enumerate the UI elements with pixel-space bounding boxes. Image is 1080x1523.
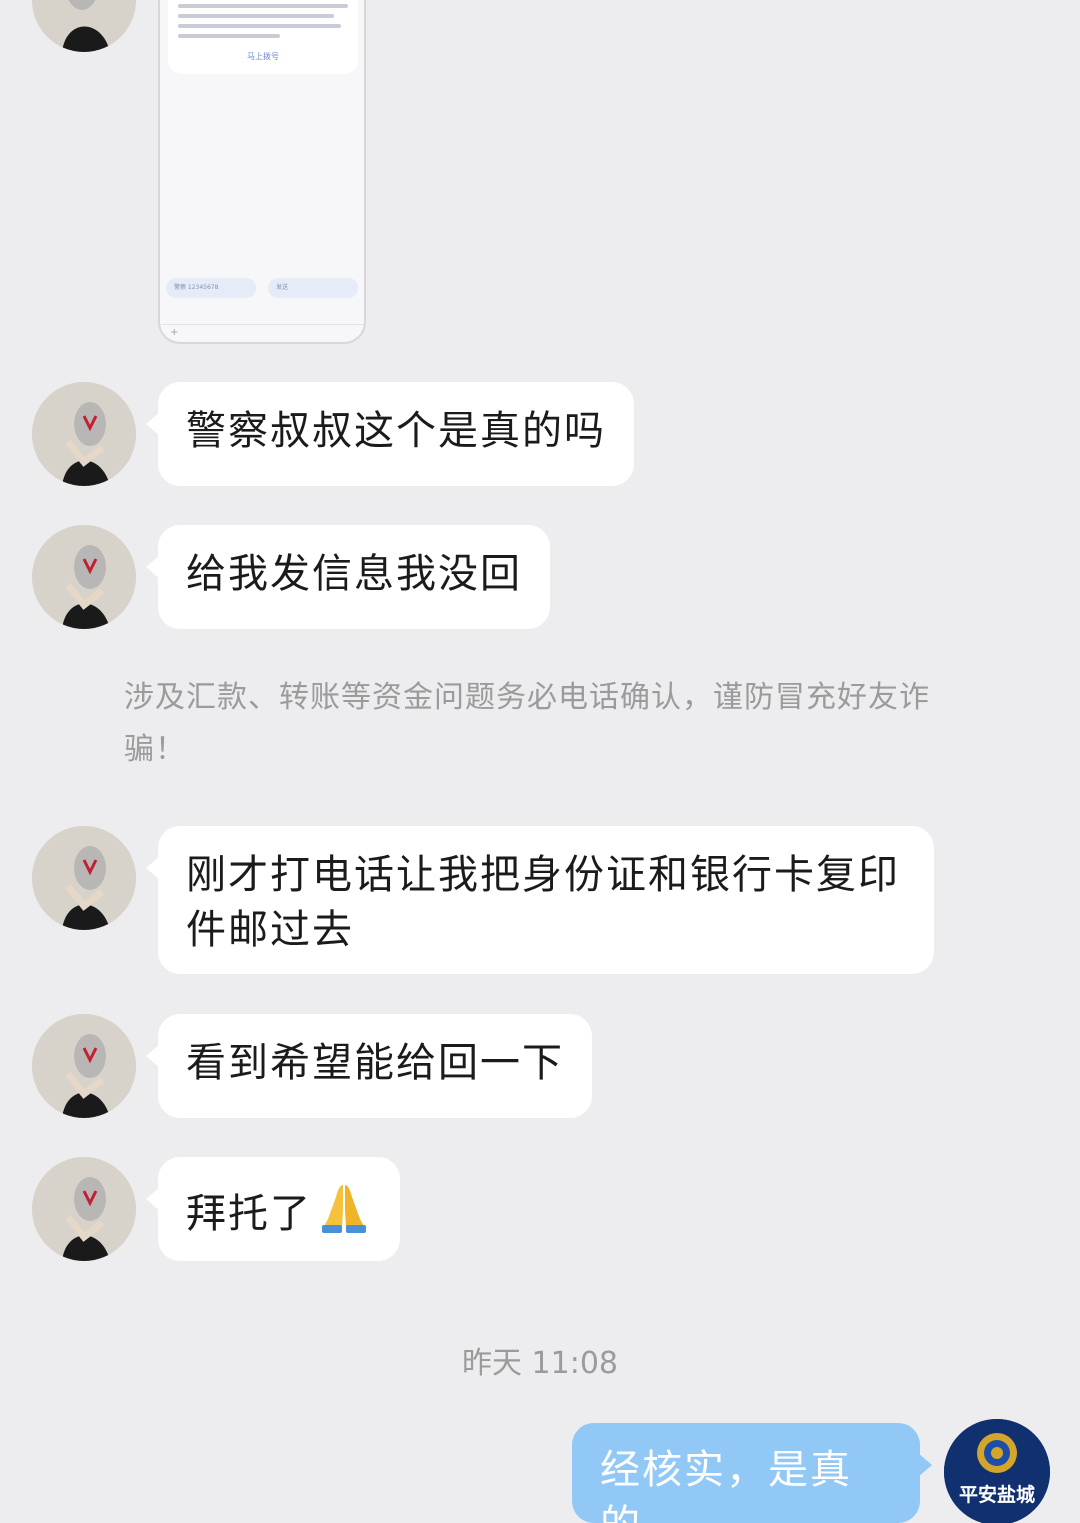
- user-avatar[interactable]: [32, 826, 136, 930]
- reply-bubble[interactable]: 经核实，是真的: [572, 1423, 932, 1523]
- anti-fraud-notice: 涉及汇款、转账等资金问题务必电话确认，谨防冒充好友诈骗！: [124, 680, 930, 767]
- masked-person-avatar-icon: [32, 0, 136, 52]
- masked-person-avatar-icon: [32, 382, 136, 486]
- screenshot-image[interactable]: 马上拨号 警察 12345678 发送 +: [158, 0, 366, 344]
- folded-hands-icon: [316, 1179, 372, 1235]
- message-text: 警察叔叔这个是真的吗: [186, 408, 606, 454]
- message-text: 经核实，是真的: [600, 1447, 852, 1523]
- message-text: 看到希望能给回一下: [186, 1040, 564, 1086]
- message-bubble[interactable]: 给我发信息我没回: [146, 525, 550, 629]
- masked-person-avatar-icon: [32, 1157, 136, 1261]
- screenshot-quick-bar: 警察 12345678 发送: [160, 278, 364, 308]
- screenshot-chip: 发送: [268, 278, 358, 298]
- message-bubble[interactable]: 看到希望能给回一下: [146, 1014, 592, 1118]
- screenshot-message-card: 马上拨号: [168, 0, 358, 74]
- chat-window: 马上拨号 警察 12345678 发送 + 警察叔叔这个是真的吗 给我发信息我没…: [0, 0, 1080, 1523]
- masked-person-avatar-icon: [32, 525, 136, 629]
- message-bubble[interactable]: 拜托了: [146, 1157, 400, 1261]
- police-avatar[interactable]: 平安盐城: [944, 1419, 1050, 1523]
- screenshot-chip: 警察 12345678: [166, 278, 256, 298]
- police-badge-icon: 平安盐城: [944, 1419, 1050, 1523]
- message-timestamp: 昨天 11:08: [462, 1346, 618, 1381]
- user-avatar[interactable]: [32, 1014, 136, 1118]
- message-text: 给我发信息我没回: [186, 551, 522, 597]
- user-avatar[interactable]: [32, 0, 136, 52]
- user-avatar[interactable]: [32, 525, 136, 629]
- police-avatar-label: 平安盐城: [959, 1483, 1035, 1506]
- screenshot-link: 马上拨号: [247, 52, 279, 61]
- message-bubble[interactable]: 刚才打电话让我把身份证和银行卡复印件邮过去: [146, 826, 934, 974]
- masked-person-avatar-icon: [32, 826, 136, 930]
- masked-person-avatar-icon: [32, 1014, 136, 1118]
- user-avatar[interactable]: [32, 1157, 136, 1261]
- screenshot-input-bar: +: [160, 324, 364, 342]
- user-avatar[interactable]: [32, 382, 136, 486]
- message-text: 刚才打电话让我把身份证和银行卡复印件邮过去: [186, 852, 900, 953]
- message-text: 拜托了: [186, 1191, 312, 1237]
- message-bubble[interactable]: 警察叔叔这个是真的吗: [146, 382, 634, 486]
